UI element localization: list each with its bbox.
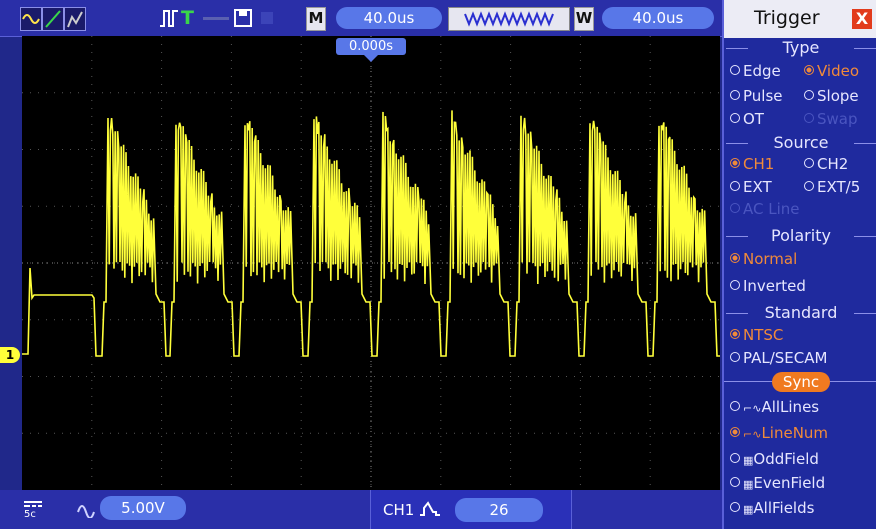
source-ch1[interactable]: CH1 [730,155,774,173]
timebase-value[interactable]: 40.0us [336,7,442,29]
source-section-title: Source [724,133,876,152]
type-video[interactable]: Video [804,62,859,80]
source-ac-line[interactable]: AC Line [730,200,800,218]
line-number-value[interactable]: 26 [455,498,543,522]
sync-even-field[interactable]: ▦EvenField [730,474,825,492]
waveform-plot [22,36,720,490]
video-sync-icon [420,501,440,516]
window-value[interactable]: 40.0us [602,7,714,29]
type-section-title: Type [724,38,876,57]
standard-ntsc[interactable]: NTSC [730,326,783,344]
divider-icon [203,17,229,20]
trigger-t-icon[interactable]: T [181,7,197,29]
type-edge[interactable]: Edge [730,62,781,80]
timebase-mode-badge: M [306,7,326,31]
trigger-status: CH1 26 [370,490,572,529]
polarity-normal[interactable]: Normal [730,250,797,268]
svg-text:5c: 5c [24,509,36,518]
type-pulse[interactable]: Pulse [730,87,783,105]
type-swap[interactable]: Swap [804,110,858,128]
source-ch2[interactable]: CH2 [804,155,848,173]
pulse-icon[interactable] [158,7,178,29]
close-icon[interactable]: X [852,9,872,29]
polarity-section-title: Polarity [724,226,876,245]
menu-header: Trigger X [724,0,876,38]
trigger-time-readout: 0.000s [336,38,406,55]
usb-icon[interactable] [258,7,276,29]
top-toolbar: T M 40.0us W 40.0us [0,0,722,37]
sync-all-fields[interactable]: ▦AllFields [730,499,814,517]
waveform-display[interactable] [22,36,720,490]
ch1-volts-div[interactable]: 5.00V [100,496,186,520]
window-overview[interactable] [448,7,570,31]
trigger-channel: CH1 [383,501,415,519]
sync-odd-field[interactable]: ▦OddField [730,450,819,468]
window-badge: W [574,7,594,31]
bandwidth-icon [76,496,98,519]
coupling-dc-icon: 5c [22,496,44,520]
save-icon[interactable] [234,7,252,29]
ramp-icon[interactable] [42,7,64,31]
waveform-icon[interactable] [20,7,42,31]
polarity-inverted[interactable]: Inverted [730,277,806,295]
type-ot[interactable]: OT [730,110,764,128]
standard-pal-secam[interactable]: PAL/SECAM [730,349,827,367]
oscilloscope: T M 40.0us W 40.0us 0.000s 1 5c 5.00V CH… [0,0,876,529]
sync-line-num[interactable]: ⌐∿LineNum [730,424,828,442]
bottom-status-bar: 5c 5.00V CH1 26 [0,490,722,529]
source-ext5[interactable]: EXT/5 [804,178,860,196]
ch1-level-marker[interactable]: 1 [0,347,20,363]
sync-all-lines[interactable]: ⌐∿AllLines [730,398,819,416]
source-ext[interactable]: EXT [730,178,772,196]
sync-section-title: Sync [772,372,830,392]
type-slope[interactable]: Slope [804,87,859,105]
standard-section-title: Standard [724,303,876,322]
menu-title: Trigger [754,7,820,29]
trigger-menu: Trigger X Type Edge Video Pulse Slope OT… [722,0,876,529]
fft-icon[interactable] [64,7,86,31]
